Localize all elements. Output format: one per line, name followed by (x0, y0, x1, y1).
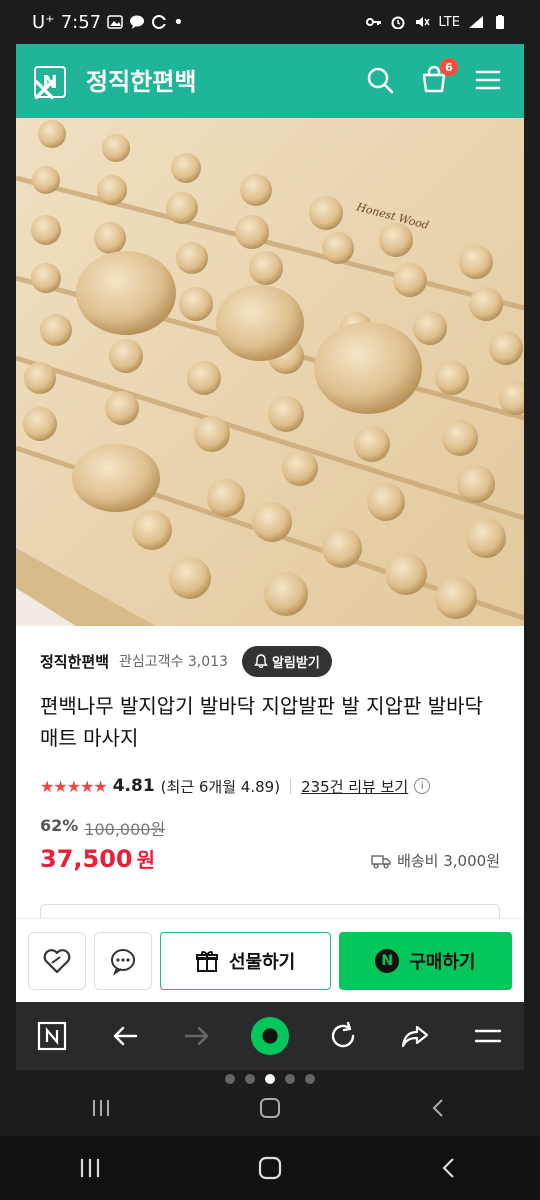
close-icon[interactable]: ✕ (30, 74, 59, 108)
tab-pager (0, 1074, 540, 1084)
subscribe-alert-button[interactable]: 알림받기 (241, 645, 332, 677)
carrier-label: U⁺ (32, 11, 55, 33)
fans-count: 관심고객수 3,013 (119, 654, 228, 670)
signal-icon (469, 16, 483, 28)
refresh-button[interactable] (323, 1016, 363, 1056)
phone-screen: U⁺ 7:57 • LTE N ✕ 정직한편백 6 Honest Wood 정직… (0, 0, 540, 1200)
star-rating-icon: ★★★★★ (40, 776, 108, 796)
back-chevron-icon[interactable] (427, 1096, 451, 1120)
bell-icon (254, 654, 268, 668)
naver-n-icon (38, 1021, 67, 1051)
heart-icon (43, 948, 71, 973)
search-button[interactable] (364, 64, 396, 96)
discount-rate: 62% (40, 816, 79, 835)
rating-row: ★★★★★ 4.81 (최근 6개월 4.89) 235건 리뷰 보기 i (40, 772, 510, 800)
pager-dot[interactable] (285, 1074, 295, 1084)
system-navigation-bar (0, 1136, 540, 1200)
product-image[interactable]: Honest Wood (16, 118, 524, 626)
status-right: LTE (366, 15, 508, 30)
green-dot-icon (250, 1016, 290, 1056)
wishlist-button[interactable] (28, 931, 86, 990)
shipping-fee: 배송비 3,000원 (397, 852, 500, 870)
large-dome-knob-1 (76, 251, 176, 335)
discount-row: 62% 100,000원 (40, 816, 165, 840)
buy-button[interactable]: N 구매하기 (338, 931, 512, 990)
divider (290, 778, 292, 794)
hamburger-menu-icon (474, 1029, 501, 1043)
browser-menu-button[interactable] (468, 1016, 508, 1056)
forward-button[interactable] (177, 1016, 217, 1056)
arrow-left-icon (113, 1026, 138, 1046)
gift-button[interactable]: 선물하기 (159, 931, 331, 990)
pager-dot[interactable] (245, 1074, 255, 1084)
seller-row: 정직한편백 관심고객수 3,013 알림받기 (40, 644, 500, 678)
seller-name[interactable]: 정직한편백 (40, 651, 109, 672)
share-arrow-icon (401, 1025, 429, 1048)
back-chevron-icon[interactable] (437, 1155, 463, 1181)
mute-icon (416, 17, 431, 27)
recent-rating: (최근 6개월 4.89) (160, 777, 281, 796)
currency-label: 원 (136, 848, 156, 872)
alarm-icon (391, 16, 405, 29)
pager-dot[interactable] (265, 1074, 275, 1084)
refresh-icon (331, 1021, 354, 1048)
menu-button[interactable] (472, 64, 504, 96)
more-notifications-dot: • (173, 11, 184, 33)
cart-button[interactable]: 6 (418, 58, 458, 96)
large-dome-knob-4 (72, 444, 160, 512)
store-name[interactable]: 정직한편백 (86, 62, 196, 97)
header-actions: 6 (364, 58, 504, 96)
large-dome-knob-3 (314, 322, 422, 414)
pager-dot[interactable] (305, 1074, 315, 1084)
cart-count-badge: 6 (440, 58, 458, 76)
inner-system-nav (16, 1084, 524, 1132)
browser-toolbar (16, 1002, 524, 1070)
product-title: 편백나무 발지압기 발바닥 지압발판 발 지압판 발바닥 매트 마사지 (40, 694, 483, 750)
network-type-label: LTE (438, 14, 460, 30)
shopping-app: N ✕ 정직한편백 6 Honest Wood 정직한편백 관심고객수 3,01… (16, 44, 524, 1002)
large-dome-knob-2 (216, 285, 304, 361)
sale-price: 37,500 (40, 845, 133, 873)
hamburger-menu-icon (475, 70, 501, 90)
status-left: U⁺ 7:57 • (32, 12, 184, 33)
battery-icon (496, 15, 504, 29)
chat-icon (110, 948, 135, 976)
c-notification-icon (152, 15, 168, 29)
arrow-right-icon (185, 1026, 209, 1046)
subscribe-alert-label: 알림받기 (271, 655, 320, 671)
pager-dot[interactable] (225, 1074, 235, 1084)
green-dot-button[interactable] (250, 1016, 290, 1056)
share-button[interactable] (395, 1016, 435, 1056)
info-icon[interactable]: i (414, 778, 431, 794)
delivery-truck-icon (371, 854, 391, 868)
chat-bubble-icon (130, 15, 145, 29)
gift-label: 선물하기 (229, 951, 296, 973)
recent-apps-icon[interactable] (77, 1155, 103, 1181)
original-price: 100,000원 (84, 820, 166, 839)
search-icon (367, 67, 394, 94)
back-button[interactable] (105, 1016, 145, 1056)
shipping-info: 배송비 3,000원 (371, 850, 500, 871)
clock: 7:57 (60, 11, 102, 33)
home-icon[interactable] (258, 1096, 282, 1120)
naver-home-button[interactable] (32, 1016, 72, 1056)
product-photo: Honest Wood (16, 118, 524, 626)
naver-pay-icon: N (375, 948, 400, 973)
price-row: 37,500 원 (40, 844, 155, 873)
buy-label: 구매하기 (409, 951, 476, 973)
recent-apps-icon[interactable] (89, 1096, 113, 1120)
reviews-link[interactable]: 235건 리뷰 보기 (301, 776, 408, 797)
purchase-action-bar: 선물하기 N 구매하기 (16, 918, 524, 1002)
gift-icon (196, 950, 218, 972)
talk-button[interactable] (93, 931, 152, 990)
rating-score: 4.81 (112, 776, 155, 796)
home-icon[interactable] (257, 1155, 283, 1181)
gallery-icon (107, 15, 123, 29)
store-header: N ✕ 정직한편백 6 (16, 44, 524, 118)
status-bar: U⁺ 7:57 • LTE (0, 0, 540, 44)
key-icon (366, 18, 382, 26)
